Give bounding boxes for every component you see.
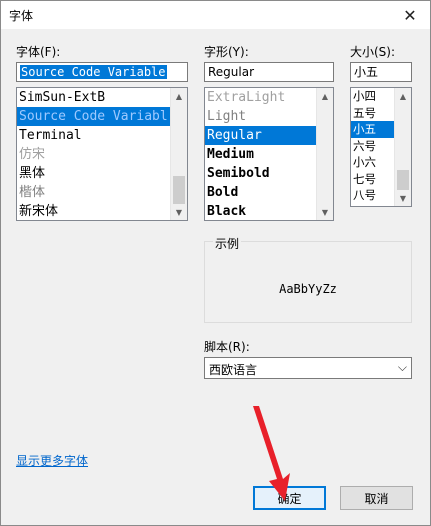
ok-button[interactable]: 确定 [253, 486, 326, 510]
font-list-item[interactable]: 新宋体 [17, 202, 171, 220]
size-list[interactable]: 小四 五号 小五 六号 小六 七号 八号 ▲ ▼ [350, 87, 412, 207]
size-list-item[interactable]: 六号 [351, 138, 395, 155]
sample-legend: 示例 [213, 235, 242, 252]
sample-text: AaBbYyZz [279, 282, 337, 296]
font-list-item[interactable]: SimSun-ExtB [17, 88, 171, 107]
scroll-down-icon[interactable]: ▼ [171, 204, 187, 220]
size-input-value: 小五 [354, 65, 379, 79]
style-list-item[interactable]: Black [205, 202, 317, 220]
font-input[interactable]: Source Code Variable [16, 62, 188, 82]
style-input-value: Regular [208, 65, 255, 79]
font-label: 字体(F): [16, 45, 61, 59]
scroll-thumb[interactable] [397, 170, 409, 190]
size-list-item[interactable]: 小五 [351, 121, 395, 138]
font-list-item[interactable]: 仿宋 [17, 145, 171, 164]
chevron-down-icon: ⌵ [397, 360, 407, 374]
script-select-value: 西欧语言 [209, 363, 258, 377]
size-input[interactable]: 小五 [350, 62, 412, 82]
sample-box: AaBbYyZz [204, 241, 412, 323]
size-list-scrollbar[interactable]: ▲ ▼ [394, 88, 411, 206]
cancel-button[interactable]: 取消 [340, 486, 413, 510]
scroll-up-icon[interactable]: ▲ [395, 88, 411, 104]
font-list-scrollbar[interactable]: ▲ ▼ [170, 88, 187, 220]
scroll-up-icon[interactable]: ▲ [317, 88, 333, 104]
dialog-title: 字体 [9, 9, 34, 23]
script-label: 脚本(R): [204, 340, 250, 354]
style-list-item[interactable]: ExtraLight [205, 88, 317, 107]
style-list-scrollbar[interactable]: ▲ ▼ [316, 88, 333, 220]
size-list-item[interactable]: 小六 [351, 154, 395, 171]
size-label: 大小(S): [350, 45, 396, 59]
style-input[interactable]: Regular [204, 62, 334, 82]
font-input-value: Source Code Variable [20, 65, 167, 79]
style-label: 字形(Y): [204, 45, 249, 59]
style-list-item[interactable]: Semibold [205, 164, 317, 183]
size-list-item[interactable]: 七号 [351, 171, 395, 188]
size-list-item[interactable]: 八号 [351, 187, 395, 204]
close-icon[interactable]: ✕ [396, 3, 424, 27]
style-list-item[interactable]: Light [205, 107, 317, 126]
style-list[interactable]: ExtraLight Light Regular Medium Semibold Bold… [204, 87, 334, 221]
style-list-item[interactable]: Bold [205, 183, 317, 202]
font-list[interactable]: SimSun-ExtB Source Code Variabl Terminal 仿宋… [16, 87, 188, 221]
size-list-item[interactable]: 五号 [351, 105, 395, 122]
scroll-thumb[interactable] [173, 176, 185, 204]
font-dialog: 字体 ✕ 字体(F): Source Code Variable SimSun-… [0, 0, 431, 526]
font-list-item[interactable]: 楷体 [17, 183, 171, 202]
size-list-item[interactable]: 小四 [351, 88, 395, 105]
scroll-up-icon[interactable]: ▲ [171, 88, 187, 104]
font-list-item[interactable]: Source Code Variabl [17, 107, 171, 126]
font-list-item[interactable]: Terminal [17, 126, 171, 145]
style-list-items: ExtraLight Light Regular Medium Semibold Bold… [205, 88, 317, 220]
size-list-items: 小四 五号 小五 六号 小六 七号 八号 [351, 88, 395, 206]
script-select[interactable]: 西欧语言 ⌵ [204, 357, 412, 379]
style-list-item[interactable]: Regular [205, 126, 317, 145]
scroll-down-icon[interactable]: ▼ [395, 190, 411, 206]
title-bar: 字体 ✕ [1, 1, 430, 29]
font-list-items: SimSun-ExtB Source Code Variabl Terminal 仿宋… [17, 88, 171, 220]
show-more-fonts-link[interactable]: 显示更多字体 [16, 452, 88, 469]
style-list-item[interactable]: Medium [205, 145, 317, 164]
scroll-down-icon[interactable]: ▼ [317, 204, 333, 220]
font-list-item[interactable]: 黑体 [17, 164, 171, 183]
